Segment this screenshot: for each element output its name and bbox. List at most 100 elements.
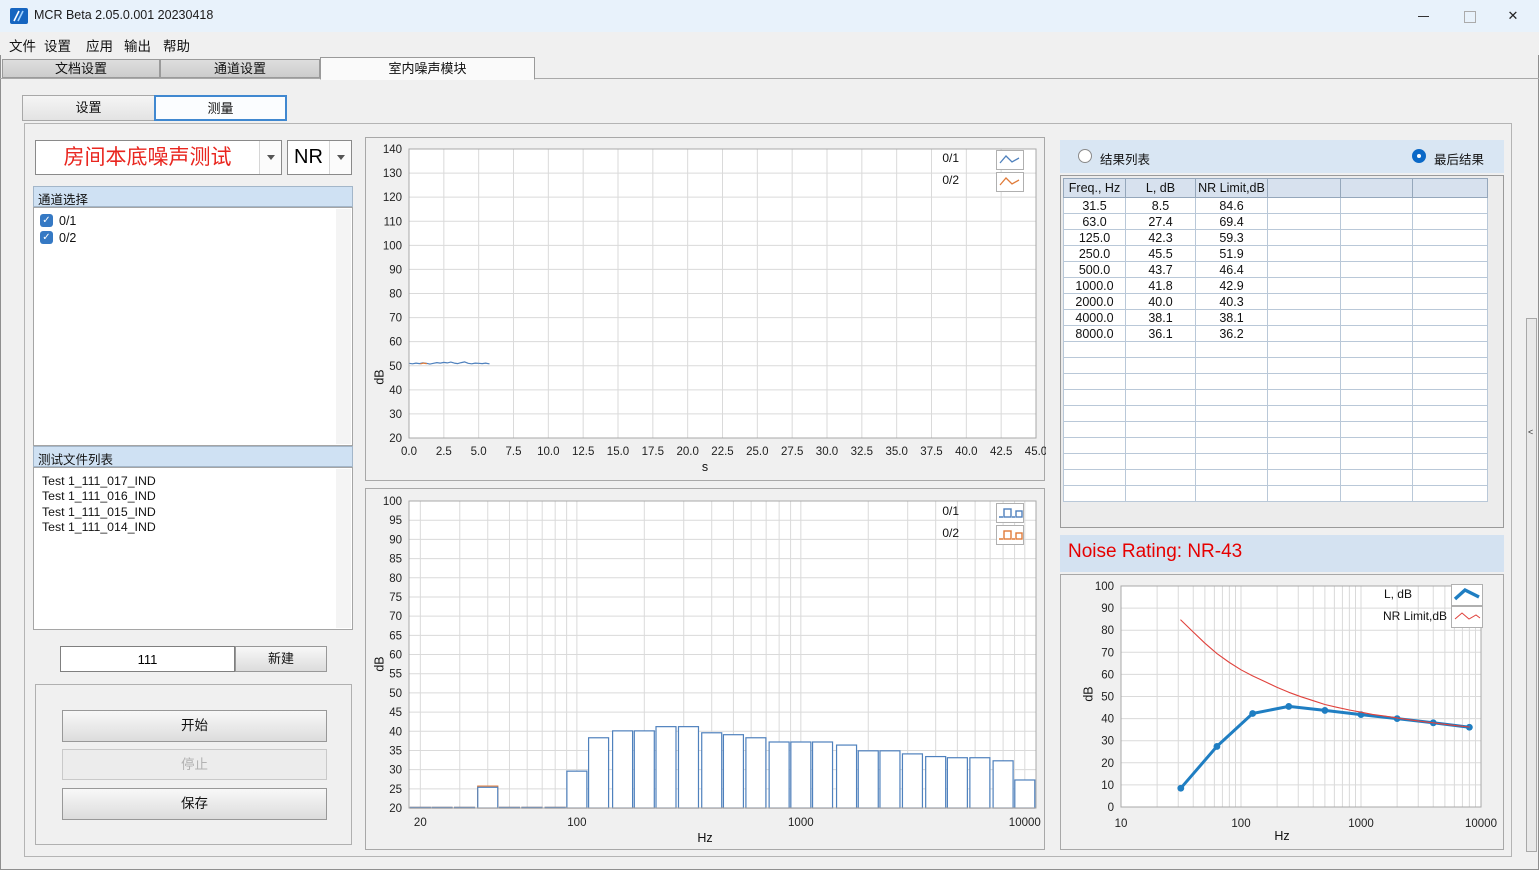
svg-text:40: 40 (389, 385, 402, 397)
menu-help[interactable]: 帮助 (163, 35, 190, 55)
noise-rating-band: Noise Rating: NR-43 (1060, 535, 1504, 572)
results-cell (1413, 406, 1488, 422)
channel-item[interactable]: ✓0/2 (34, 229, 352, 246)
results-cell (1126, 406, 1196, 422)
maximize-button[interactable] (1450, 0, 1490, 32)
menu-output[interactable]: 输出 (124, 35, 151, 55)
subtab-settings[interactable]: 设置 (22, 95, 155, 121)
channel-label: 0/1 (59, 214, 76, 228)
svg-text:10: 10 (1101, 780, 1114, 792)
results-cell: 4000.0 (1064, 310, 1126, 326)
test-file-item[interactable]: Test 1_111_016_IND (34, 489, 352, 504)
results-row (1064, 390, 1488, 406)
legend-label-ch1: 0/1 (866, 504, 959, 518)
results-list-radio[interactable] (1078, 149, 1092, 163)
svg-text:40.0: 40.0 (955, 446, 977, 458)
results-cell: 46.4 (1196, 262, 1268, 278)
results-cell: 31.5 (1064, 198, 1126, 214)
last-result-radio[interactable] (1412, 149, 1426, 163)
test-files-list[interactable]: Test 1_111_017_INDTest 1_111_016_INDTest… (33, 467, 353, 630)
legend-line-icon (996, 150, 1024, 170)
channel-checkbox[interactable]: ✓ (40, 231, 53, 244)
results-cell (1413, 390, 1488, 406)
channel-item[interactable]: ✓ 0/1 (34, 212, 352, 229)
time-history-chart: 20304050607080901001101201301400.02.55.0… (366, 138, 1046, 482)
channel-checkbox[interactable]: ✓ (40, 214, 53, 227)
results-cell: 69.4 (1196, 214, 1268, 230)
legend-label-nr-limit: NR Limit,dB (1301, 609, 1447, 623)
svg-text:80: 80 (389, 289, 402, 301)
results-cell (1268, 262, 1341, 278)
results-list-radio-label[interactable]: 结果列表 (1100, 149, 1150, 168)
test-file-item[interactable]: Test 1_111_014_IND (34, 520, 352, 535)
results-cell (1413, 262, 1488, 278)
svg-text:50: 50 (389, 688, 402, 700)
test-file-item[interactable]: Test 1_111_017_IND (34, 474, 352, 489)
test-file-item[interactable]: Test 1_111_015_IND (34, 505, 352, 520)
x-axis-label: s (366, 460, 1044, 474)
results-cell (1064, 358, 1126, 374)
svg-text:70: 70 (389, 313, 402, 325)
results-cell (1064, 406, 1126, 422)
test-type-select[interactable]: 房间本底噪声测试 (35, 140, 282, 175)
scrollbar-track[interactable] (336, 469, 351, 628)
results-cell (1268, 406, 1341, 422)
start-button[interactable]: 开始 (62, 710, 327, 742)
test-type-dropdown-button[interactable] (259, 141, 281, 174)
results-row (1064, 358, 1488, 374)
svg-text:10.0: 10.0 (537, 446, 559, 458)
results-row (1064, 438, 1488, 454)
results-row (1064, 486, 1488, 502)
svg-text:25.0: 25.0 (746, 446, 768, 458)
svg-text:20: 20 (1101, 758, 1114, 770)
results-cell (1196, 486, 1268, 502)
svg-text:15.0: 15.0 (607, 446, 629, 458)
results-cell (1196, 374, 1268, 390)
svg-text:85: 85 (389, 554, 402, 566)
collapse-panel-strip[interactable]: < (1526, 318, 1537, 852)
results-cell: 51.9 (1196, 246, 1268, 262)
tab-room-noise-module[interactable]: 室内噪声模块 (320, 57, 535, 80)
results-cell (1064, 390, 1126, 406)
results-row: 125.042.359.3 (1064, 230, 1488, 246)
tab-channel-settings[interactable]: 通道设置 (160, 59, 320, 78)
results-cell (1341, 214, 1413, 230)
results-cell (1341, 246, 1413, 262)
svg-text:30: 30 (1101, 736, 1114, 748)
tab-document-settings[interactable]: 文档设置 (2, 59, 160, 78)
svg-text:12.5: 12.5 (572, 446, 594, 458)
results-cell (1126, 390, 1196, 406)
menu-file[interactable]: 文件 (9, 35, 36, 55)
svg-text:42.5: 42.5 (990, 446, 1012, 458)
minimize-button[interactable] (1403, 0, 1443, 32)
svg-text:140: 140 (383, 144, 402, 156)
svg-text:100: 100 (383, 240, 402, 252)
close-button[interactable]: ✕ (1493, 0, 1533, 32)
scrollbar-track[interactable] (336, 209, 351, 444)
menubar: 文件 设置 应用 输出 帮助 (0, 32, 1539, 55)
results-cell (1413, 310, 1488, 326)
save-button[interactable]: 保存 (62, 788, 327, 820)
results-cell (1341, 198, 1413, 214)
results-cell: 84.6 (1196, 198, 1268, 214)
results-cell (1268, 246, 1341, 262)
results-cell (1126, 486, 1196, 502)
collapse-arrow-icon[interactable]: < (1528, 427, 1533, 437)
rating-dropdown-button[interactable] (329, 141, 351, 174)
svg-text:35.0: 35.0 (885, 446, 907, 458)
results-cell: 36.1 (1126, 326, 1196, 342)
stop-button: 停止 (62, 749, 327, 780)
menu-settings[interactable]: 设置 (44, 35, 71, 55)
results-table[interactable]: Freq., HzL, dBNR Limit,dB31.58.584.663.0… (1063, 178, 1488, 502)
subtab-measure[interactable]: 测量 (154, 95, 287, 121)
file-name-input[interactable] (60, 646, 235, 672)
rating-select[interactable]: NR (287, 140, 352, 175)
menu-apply[interactable]: 应用 (86, 35, 113, 55)
channel-list[interactable]: ✓ 0/1✓0/2 (33, 207, 353, 446)
results-cell (1413, 374, 1488, 390)
results-cell (1268, 470, 1341, 486)
last-result-radio-label[interactable]: 最后结果 (1434, 149, 1484, 168)
svg-text:110: 110 (384, 216, 402, 228)
results-cell (1126, 454, 1196, 470)
new-button[interactable]: 新建 (235, 646, 327, 672)
